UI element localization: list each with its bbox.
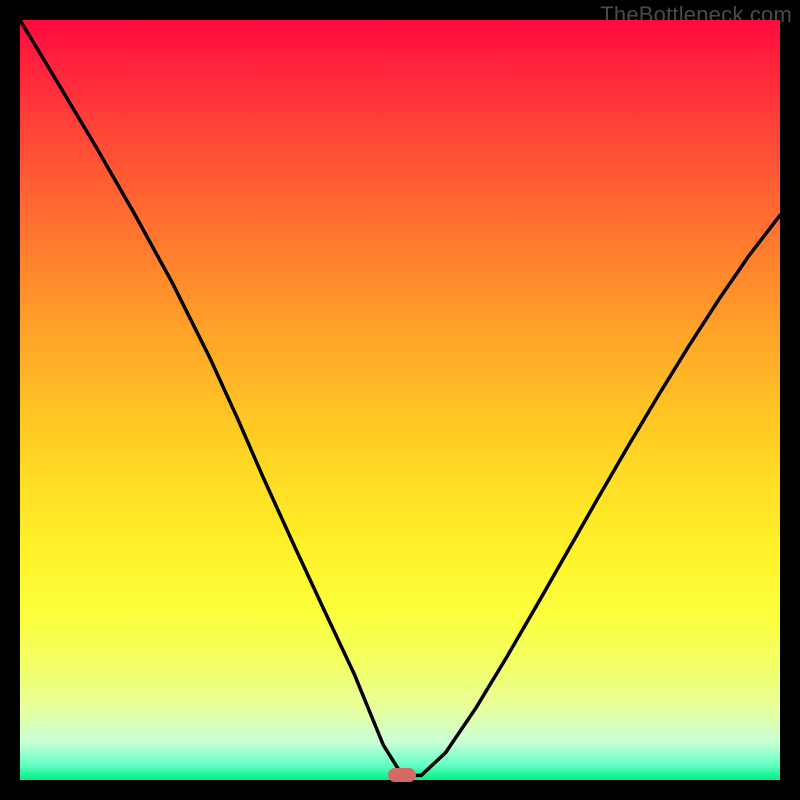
chart-frame: TheBottleneck.com [0,0,800,800]
bottleneck-curve [20,20,780,780]
curve-path [20,20,780,775]
chart-plot-area [20,20,780,780]
optimal-point-marker [388,768,416,782]
